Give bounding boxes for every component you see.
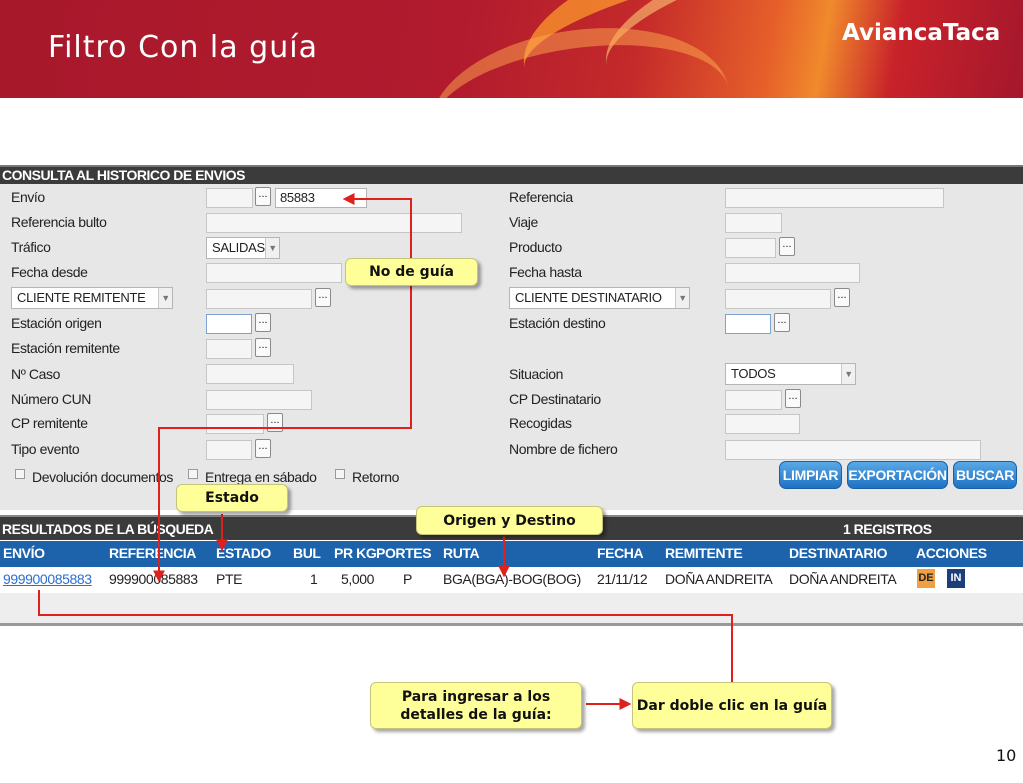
annotation-arrows	[38, 193, 733, 710]
page-number: 10	[996, 746, 1017, 765]
arrow-envio-to-referencia	[153, 286, 412, 583]
callout-estado: Estado	[176, 484, 288, 512]
arrow-doble-clic	[38, 590, 733, 682]
slide: Filtro Con la guía AviancaTaca CONSULTA …	[0, 0, 1023, 783]
callout-doble-clic: Dar doble clic en la guía	[632, 682, 832, 729]
callout-ingresar: Para ingresar a los detalles de la guía:	[370, 682, 582, 729]
callout-origen-destino: Origen y Destino	[416, 506, 603, 535]
arrow-no-guia	[342, 193, 412, 260]
callout-no-guia: No de guía	[345, 258, 478, 286]
